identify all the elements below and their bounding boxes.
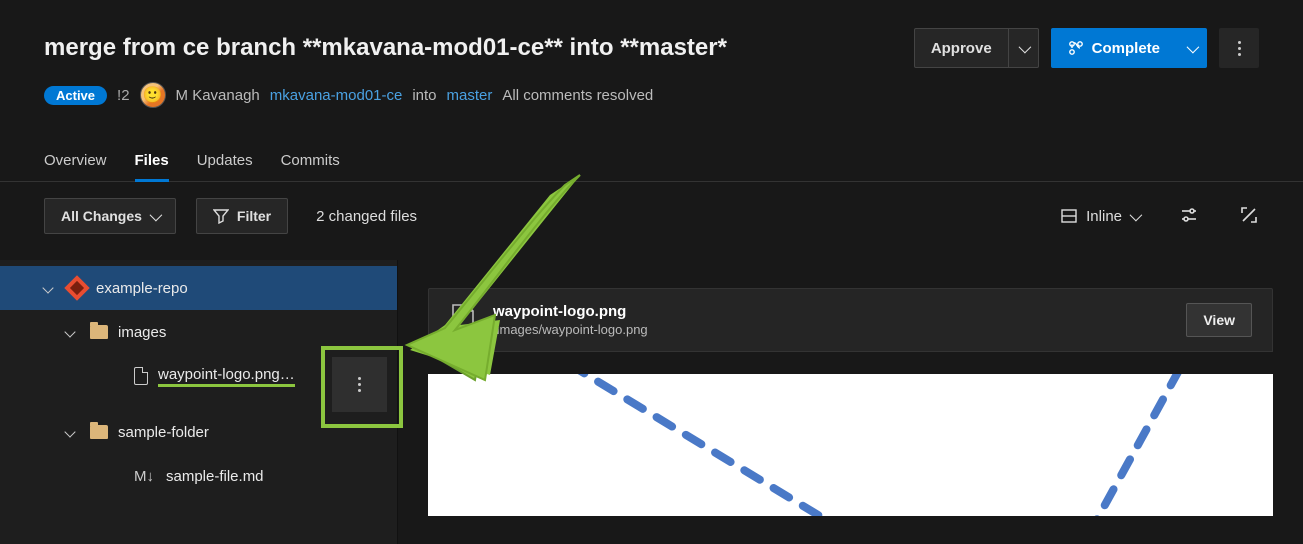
tree-folder-label: images (118, 324, 166, 341)
all-changes-dropdown[interactable]: All Changes (44, 198, 176, 234)
repo-icon (64, 275, 89, 300)
approve-button[interactable]: Approve (914, 28, 1009, 68)
tree-file-label: waypoint-logo.png… (158, 366, 295, 387)
tab-commits[interactable]: Commits (281, 144, 340, 181)
tab-overview[interactable]: Overview (44, 144, 107, 181)
tree-file-waypoint-logo[interactable]: waypoint-logo.png… (0, 354, 397, 398)
fullscreen-button[interactable] (1239, 205, 1259, 228)
inline-icon (1060, 207, 1078, 225)
file-name: waypoint-logo.png (493, 303, 1186, 320)
file-icon (134, 367, 148, 385)
tree-folder-label: sample-folder (118, 424, 209, 441)
pr-id: !2 (117, 87, 130, 104)
complete-button[interactable]: Complete (1051, 28, 1177, 68)
diff-mode-dropdown[interactable]: Inline (1060, 207, 1139, 225)
expand-icon (1239, 205, 1259, 225)
tab-files[interactable]: Files (135, 144, 169, 181)
file-context-menu-button[interactable] (332, 357, 387, 412)
changed-files-count: 2 changed files (316, 208, 417, 225)
chevron-down-icon (44, 284, 58, 292)
chevron-down-icon (1187, 40, 1196, 57)
avatar: 🙂 (140, 82, 166, 108)
more-actions-button[interactable] (1219, 28, 1259, 68)
filter-icon (213, 208, 229, 224)
chevron-down-icon (1130, 208, 1139, 225)
source-branch-link[interactable]: mkavana-mod01-ce (270, 87, 403, 104)
more-icon (1238, 41, 1241, 56)
git-merge-icon (1068, 40, 1084, 56)
chevron-down-icon (1019, 40, 1028, 57)
pr-title: merge from ce branch **mkavana-mod01-ce*… (44, 34, 902, 62)
file-header: waypoint-logo.png /images/waypoint-logo.… (428, 288, 1273, 352)
complete-dropdown[interactable] (1177, 28, 1207, 68)
tab-updates[interactable]: Updates (197, 144, 253, 181)
folder-icon (90, 425, 108, 439)
folder-icon (90, 325, 108, 339)
comments-status: All comments resolved (502, 87, 653, 104)
tree-file-sample-file[interactable]: M↓ sample-file.md (0, 454, 397, 498)
chevron-down-icon (150, 208, 159, 224)
into-label: into (412, 87, 436, 104)
settings-button[interactable] (1179, 205, 1199, 228)
approve-dropdown[interactable] (1009, 28, 1039, 68)
tree-folder-sample[interactable]: sample-folder (0, 410, 397, 454)
status-badge: Active (44, 86, 107, 105)
view-button[interactable]: View (1186, 303, 1252, 337)
filter-button[interactable]: Filter (196, 198, 288, 234)
chevron-down-icon (66, 328, 80, 336)
tree-folder-images[interactable]: images (0, 310, 397, 354)
sliders-icon (1179, 205, 1199, 225)
chevron-down-icon (66, 428, 80, 436)
tree-repo-row[interactable]: example-repo (0, 266, 397, 310)
file-preview (428, 374, 1273, 516)
file-path: /images/waypoint-logo.png (493, 322, 1186, 337)
tree-repo-label: example-repo (96, 280, 188, 297)
author-name: M Kavanagh (176, 87, 260, 104)
target-branch-link[interactable]: master (447, 87, 493, 104)
file-tree: example-repo images waypoint-logo.png… s… (0, 260, 398, 544)
file-icon (449, 303, 477, 337)
tree-file-label: sample-file.md (166, 468, 264, 485)
file-change-type: M↓ (134, 468, 156, 485)
